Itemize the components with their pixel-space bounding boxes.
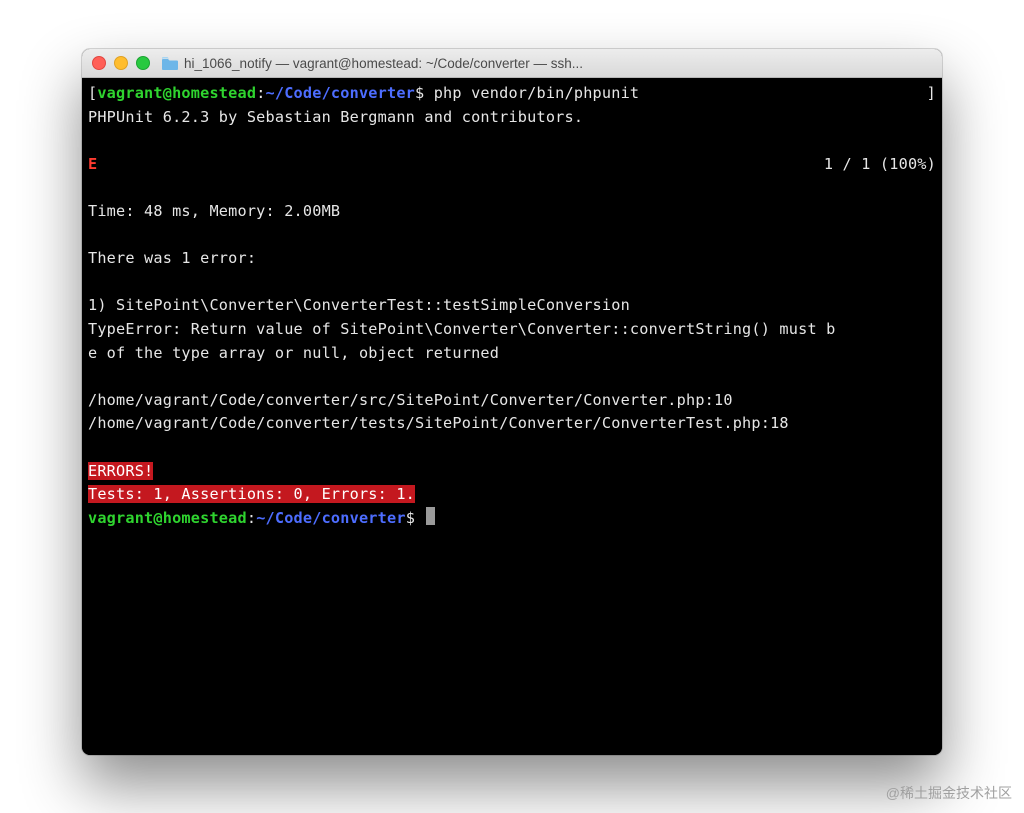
prompt-dollar: $ bbox=[415, 84, 424, 102]
errors-summary: Tests: 1, Assertions: 0, Errors: 1. bbox=[88, 485, 415, 503]
bracket: ] bbox=[927, 82, 936, 106]
window-title: hi_1066_notify — vagrant@homestead: ~/Co… bbox=[184, 56, 932, 71]
stage: hi_1066_notify — vagrant@homestead: ~/Co… bbox=[0, 0, 1024, 813]
progress-letter: E bbox=[88, 153, 97, 177]
watermark: @稀土掘金技术社区 bbox=[886, 783, 1012, 803]
prompt-colon: : bbox=[247, 509, 256, 527]
error-msg-line1: TypeError: Return value of SitePoint\Con… bbox=[88, 320, 836, 338]
terminal-body[interactable]: [vagrant@homestead:~/Code/converter$ php… bbox=[82, 78, 942, 755]
prompt-colon: : bbox=[256, 84, 265, 102]
minimize-icon[interactable] bbox=[114, 56, 128, 70]
error-title: 1) SitePoint\Converter\ConverterTest::te… bbox=[88, 296, 630, 314]
close-icon[interactable] bbox=[92, 56, 106, 70]
folder-icon bbox=[162, 57, 178, 70]
traffic-lights bbox=[92, 56, 150, 70]
prompt-user-host: vagrant@homestead bbox=[97, 84, 256, 102]
phpunit-banner: PHPUnit 6.2.3 by Sebastian Bergmann and … bbox=[88, 108, 583, 126]
command-text: php vendor/bin/phpunit bbox=[424, 84, 639, 102]
prompt-user-host: vagrant@homestead bbox=[88, 509, 247, 527]
terminal-window: hi_1066_notify — vagrant@homestead: ~/Co… bbox=[82, 49, 942, 755]
trace-line-1: /home/vagrant/Code/converter/src/SitePoi… bbox=[88, 391, 733, 409]
prompt-path: ~/Code/converter bbox=[256, 509, 406, 527]
trace-line-2: /home/vagrant/Code/converter/tests/SiteP… bbox=[88, 414, 789, 432]
titlebar[interactable]: hi_1066_notify — vagrant@homestead: ~/Co… bbox=[82, 49, 942, 78]
error-msg-line2: e of the type array or null, object retu… bbox=[88, 344, 499, 362]
timing-line: Time: 48 ms, Memory: 2.00MB bbox=[88, 202, 340, 220]
prompt-path: ~/Code/converter bbox=[266, 84, 416, 102]
zoom-icon[interactable] bbox=[136, 56, 150, 70]
progress-row: E 1 / 1 (100%) bbox=[88, 153, 936, 177]
prompt-dollar: $ bbox=[406, 509, 415, 527]
bracket: [ bbox=[88, 84, 97, 102]
cursor-icon bbox=[426, 507, 435, 525]
error-intro: There was 1 error: bbox=[88, 249, 256, 267]
errors-header: ERRORS! bbox=[88, 462, 153, 480]
progress-count: 1 / 1 (100%) bbox=[824, 153, 936, 177]
